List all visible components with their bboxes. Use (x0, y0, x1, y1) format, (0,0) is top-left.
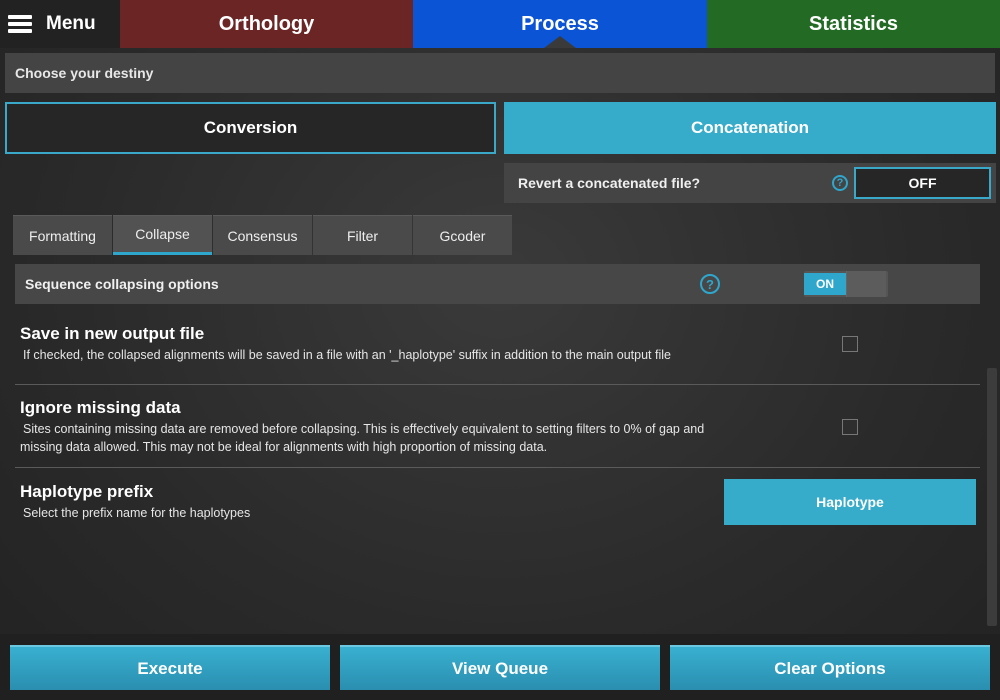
ignore-missing-checkbox[interactable] (842, 419, 858, 435)
execute-button[interactable]: Execute (10, 645, 330, 690)
menu-label: Menu (46, 13, 96, 34)
active-tab-caret-icon (544, 36, 576, 48)
haplotype-prefix-button[interactable]: Haplotype (724, 479, 976, 525)
tab-process[interactable]: Process (413, 0, 707, 48)
tab-orthology[interactable]: Orthology (120, 0, 413, 48)
tab-filter[interactable]: Filter (313, 215, 412, 255)
concatenation-button[interactable]: Concatenation (504, 102, 996, 154)
section-title: Sequence collapsing options (25, 276, 219, 292)
conversion-button[interactable]: Conversion (5, 102, 496, 154)
option-title: Ignore missing data (20, 398, 181, 417)
tab-statistics[interactable]: Statistics (707, 0, 1000, 48)
divider (15, 467, 980, 468)
options-scrollbar[interactable] (987, 368, 997, 626)
save-new-output-checkbox[interactable] (842, 336, 858, 352)
option-description: Select the prefix name for the haplotype… (23, 506, 251, 520)
option-description: Sites containing missing data are remove… (20, 422, 705, 454)
top-navigation: Menu Orthology Process Statistics (0, 0, 1000, 48)
option-title: Save in new output file (20, 324, 205, 343)
tab-formatting[interactable]: Formatting (13, 215, 112, 255)
toggle-on-label: ON (804, 273, 846, 295)
revert-label: Revert a concatenated file? (518, 175, 701, 191)
collapse-help-icon[interactable]: ? (700, 274, 720, 294)
collapse-options-header: Sequence collapsing options ? ON (15, 264, 980, 304)
tab-collapse[interactable]: Collapse (113, 215, 212, 255)
revert-concatenated-row: Revert a concatenated file? ? OFF (504, 163, 996, 203)
clear-options-button[interactable]: Clear Options (670, 645, 990, 690)
tab-process-label: Process (521, 12, 599, 35)
option-save-new-output: Save in new output file If checked, the … (15, 324, 980, 364)
option-description: If checked, the collapsed alignments wil… (23, 348, 671, 362)
revert-help-icon[interactable]: ? (832, 175, 848, 191)
divider (15, 384, 980, 385)
destiny-header: Choose your destiny (5, 53, 995, 93)
view-queue-button[interactable]: View Queue (340, 645, 660, 690)
collapse-toggle[interactable]: ON (804, 271, 888, 297)
menu-button[interactable]: Menu (0, 0, 120, 48)
hamburger-icon (8, 15, 32, 33)
revert-toggle-button[interactable]: OFF (854, 167, 991, 199)
tab-gcoder[interactable]: Gcoder (413, 215, 512, 255)
tab-consensus[interactable]: Consensus (213, 215, 312, 255)
process-subtabs: Formatting Collapse Consensus Filter Gco… (13, 215, 513, 255)
option-ignore-missing: Ignore missing data Sites containing mis… (15, 398, 980, 456)
toggle-knob (846, 271, 886, 297)
